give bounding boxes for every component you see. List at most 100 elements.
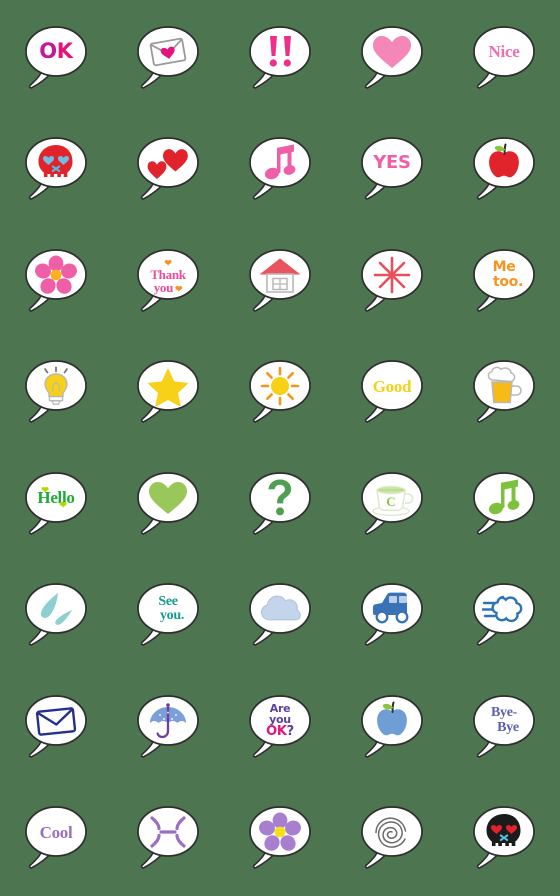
emoji-cell [448, 450, 560, 562]
two-hearts-bubble[interactable] [132, 135, 204, 207]
sticker-label: Me too. [485, 260, 524, 289]
emoji-cell [224, 4, 336, 116]
emoji-cell [0, 227, 112, 339]
me-too-bubble[interactable]: Me too. [468, 247, 540, 319]
sun-icon [260, 366, 300, 406]
emoji-cell: C [336, 450, 448, 562]
ok-bubble[interactable]: OK [20, 24, 92, 96]
emoji-cell [448, 785, 560, 896]
bubble-content: ❤ Thank you ❤ [138, 250, 198, 300]
bubble-content [250, 473, 310, 523]
sticker-label: Are you OK? [266, 702, 294, 739]
wind-puff-icon [482, 596, 523, 623]
emoji-cell [112, 673, 224, 785]
emoji-cell: ❤ Hello ❤ [0, 450, 112, 562]
emoji-cell [336, 785, 448, 896]
green-music-note-bubble[interactable] [468, 470, 540, 542]
emoji-cell [0, 339, 112, 451]
bye-bye-bubble[interactable]: Bye- Bye [468, 693, 540, 765]
sticker-line-2: you. [159, 608, 185, 624]
water-drops-bubble[interactable] [20, 581, 92, 653]
black-skull-bubble[interactable] [468, 804, 540, 876]
sparkle-x-icon [150, 816, 186, 848]
bubble-content [26, 696, 86, 746]
nice-bubble[interactable]: Nice [468, 24, 540, 96]
bubble-content [138, 138, 198, 188]
cool-bubble[interactable]: Cool [20, 804, 92, 876]
emoji-cell [336, 673, 448, 785]
bubble-content: C [362, 473, 422, 523]
teacup-bubble[interactable]: C [356, 470, 428, 542]
bubble-content: Me too. [474, 250, 534, 300]
bubble-content: ❤ Hello ❤ [26, 473, 86, 523]
bubble-content [138, 696, 198, 746]
good-bubble[interactable]: Good [356, 358, 428, 430]
red-apple-bubble[interactable] [468, 135, 540, 207]
cloud-bubble[interactable] [244, 581, 316, 653]
emoji-sticker-grid: OK Nice YES ❤ Thank you ❤ Me too. Good ❤ Hello ❤ C Se… [0, 0, 560, 892]
blue-apple-bubble[interactable] [356, 693, 428, 765]
house-bubble[interactable] [244, 247, 316, 319]
pink-flower-bubble[interactable] [20, 247, 92, 319]
bubble-content [26, 584, 86, 634]
beer-mug-bubble[interactable] [468, 358, 540, 430]
are-you-ok-bubble[interactable]: Are you OK? [244, 693, 316, 765]
question-mark-bubble[interactable] [244, 470, 316, 542]
bubble-content [362, 250, 422, 300]
bubble-content [474, 807, 534, 857]
thank-you-bubble[interactable]: ❤ Thank you ❤ [132, 247, 204, 319]
sun-bubble[interactable] [244, 358, 316, 430]
red-sparkle-bubble[interactable] [356, 247, 428, 319]
car-icon [373, 592, 409, 624]
pink-music-note-bubble[interactable] [244, 135, 316, 207]
sticker-text-2: K [56, 39, 73, 64]
mini-heart-icon-2: ❤ [173, 284, 183, 295]
emoji-cell [224, 562, 336, 674]
green-heart-bubble[interactable] [132, 470, 204, 542]
emoji-cell: Cool [0, 785, 112, 896]
sticker-label: YES [373, 152, 411, 174]
double-exclamation-bubble[interactable] [244, 24, 316, 96]
yellow-star-bubble[interactable] [132, 358, 204, 430]
sticker-text: YES [373, 152, 411, 174]
bubble-content: Nice [474, 27, 534, 77]
blue-envelope-bubble[interactable] [20, 693, 92, 765]
skull-heart-eyes-icon [486, 814, 521, 847]
bubble-content [362, 27, 422, 77]
bubble-content [474, 138, 534, 188]
pink-heart-bubble[interactable] [356, 24, 428, 96]
emoji-cell: Are you OK? [224, 673, 336, 785]
emoji-cell [224, 450, 336, 562]
yes-bubble[interactable]: YES [356, 135, 428, 207]
lightbulb-bubble[interactable] [20, 358, 92, 430]
apple-icon [489, 143, 519, 178]
bubble-content [250, 807, 310, 857]
sticker-label: Nice [489, 43, 520, 60]
bubble-content [138, 361, 198, 411]
emoji-cell [224, 785, 336, 896]
bubble-content: YES [362, 138, 422, 188]
scribble-bubble[interactable] [356, 804, 428, 876]
see-you-bubble[interactable]: See you. [132, 581, 204, 653]
question-mark-icon [268, 479, 292, 516]
bubble-content [138, 807, 198, 857]
envelope-heart-bubble[interactable] [132, 24, 204, 96]
umbrella-bubble[interactable] [132, 693, 204, 765]
wind-puff-bubble[interactable] [468, 581, 540, 653]
purple-flower-bubble[interactable] [244, 804, 316, 876]
bubble-content [362, 807, 422, 857]
emoji-cell [336, 4, 448, 116]
double-exclamation-icon [269, 35, 291, 67]
apple-icon [377, 701, 407, 736]
emoji-cell: Good [336, 339, 448, 451]
red-skull-bubble[interactable] [20, 135, 92, 207]
emoji-cell [448, 339, 560, 451]
blue-car-bubble[interactable] [356, 581, 428, 653]
bubble-content [474, 473, 534, 523]
hello-bubble[interactable]: ❤ Hello ❤ [20, 470, 92, 542]
purple-sparkle-bubble[interactable] [132, 804, 204, 876]
emoji-cell [448, 116, 560, 228]
bubble-content [250, 584, 310, 634]
emoji-cell [112, 4, 224, 116]
emoji-cell [0, 673, 112, 785]
